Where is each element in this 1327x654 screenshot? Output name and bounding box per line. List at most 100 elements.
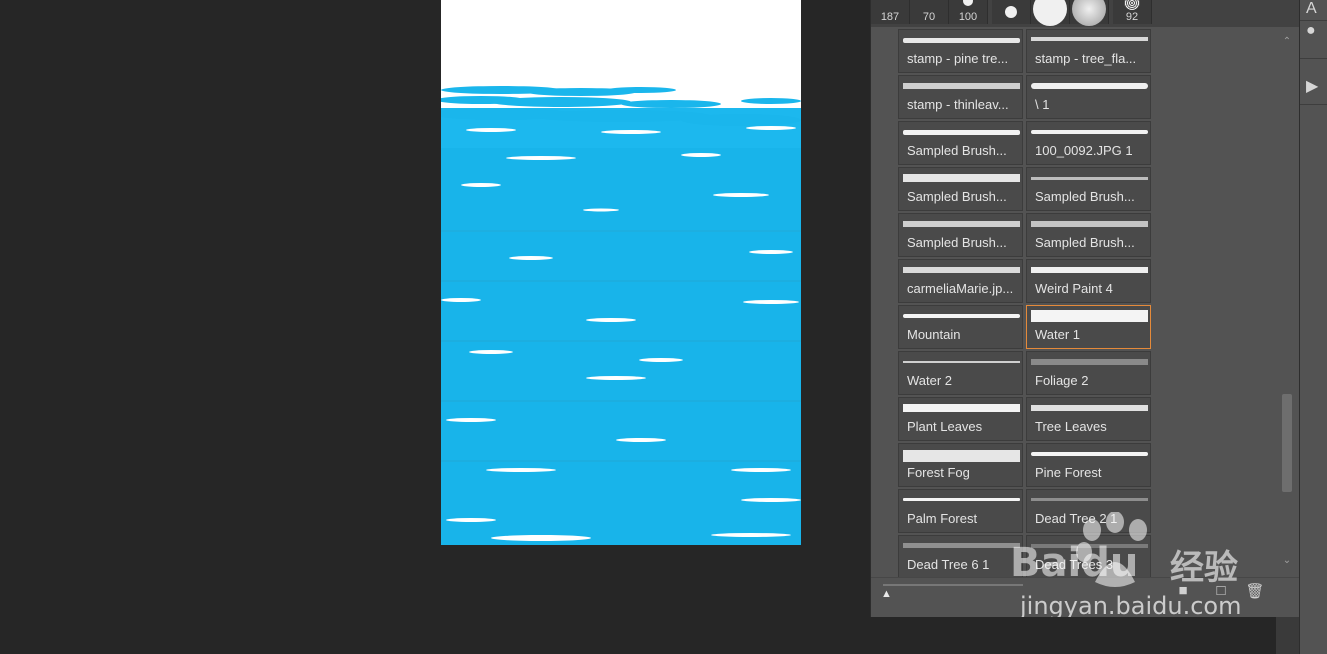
brush-name: carmeliaMarie.jp... [907,281,1014,296]
workspace-gap [870,617,1276,654]
preset-tile[interactable] [1031,0,1070,26]
brush-item[interactable]: Mountain [898,305,1023,349]
document-canvas[interactable] [441,0,801,545]
brush-item-selected[interactable]: Water 1 [1026,305,1151,349]
brush-name: Sampled Brush... [1035,189,1135,204]
brush-name: Sampled Brush... [1035,235,1135,250]
dock-base [1276,617,1299,654]
brush-item[interactable]: Dead Trees 3 [1026,535,1151,577]
brush-name: stamp - tree_fla... [1035,51,1137,66]
brush-stroke-preview [1031,498,1148,501]
brush-name: Palm Forest [907,511,978,526]
brush-item[interactable]: stamp - pine tre... [898,29,1023,73]
preset-tile[interactable]: 70 [910,0,949,24]
scroll-up-icon[interactable]: ⌃ [1280,36,1294,48]
brush-item[interactable]: Sampled Brush... [1026,167,1151,211]
brush-item[interactable]: Weird Paint 4 [1026,259,1151,303]
panel-footer: ▲ ■ □ 🗑 [871,577,1300,618]
brush-stroke-preview [903,130,1020,135]
brush-tip-icon [1033,0,1067,26]
scroll-down-icon[interactable]: ⌄ [1280,555,1294,567]
brush-item[interactable]: Foliage 2 [1026,351,1151,395]
brush-stroke-preview [1031,37,1148,41]
brush-item[interactable]: carmeliaMarie.jp... [898,259,1023,303]
brush-tip-icon [963,0,973,6]
preset-size: 70 [922,11,936,23]
preset-tile[interactable]: 100 [949,0,988,24]
brush-item[interactable]: Forest Fog [898,443,1023,487]
brush-presets-panel: 187 70 100 92 stamp - pine tre... stamp … [870,0,1300,618]
scrollbar-thumb[interactable] [1282,394,1292,492]
character-panel-icon[interactable]: A [1306,0,1317,18]
preset-tile[interactable]: 92 [1113,0,1152,24]
brush-stroke-preview [1031,359,1148,365]
brush-item[interactable]: Sampled Brush... [898,121,1023,165]
brush-name: Dead Trees 3 [1035,557,1114,572]
brush-stroke-preview [903,498,1020,501]
brush-list: stamp - pine tre... stamp - tree_fla... … [898,29,1154,577]
brush-item[interactable]: Tree Leaves [1026,397,1151,441]
right-dock: A ● ▶ [1299,0,1327,654]
brush-item[interactable]: Water 2 [898,351,1023,395]
brush-item[interactable]: \ 1 [1026,75,1151,119]
preset-tile[interactable]: 187 [871,0,910,24]
brush-stroke-preview [1031,267,1148,273]
brush-name: Pine Forest [1035,465,1102,480]
brush-stroke-preview [903,543,1020,548]
brush-name: Water 1 [1035,327,1081,342]
trash-icon[interactable]: 🗑 [1245,582,1265,602]
brush-stroke-preview [903,450,1020,462]
new-preset-icon[interactable]: □ [1211,582,1231,602]
brush-size-slider[interactable] [883,584,1023,586]
brush-stroke-preview [1031,83,1148,89]
brush-item[interactable]: Sampled Brush... [1026,213,1151,257]
soft-brush-icon [1072,0,1106,26]
brush-tip-icon [1005,6,1017,18]
brush-item[interactable]: stamp - thinleav... [898,75,1023,119]
brush-stroke-preview [1031,221,1148,227]
brush-name: stamp - pine tre... [907,51,1009,66]
brush-item[interactable]: Pine Forest [1026,443,1151,487]
brush-stroke-preview [1031,405,1148,411]
dock-divider [1300,58,1327,59]
brush-stroke-preview [1031,544,1148,548]
brush-item[interactable]: Sampled Brush... [898,167,1023,211]
dock-divider [1300,20,1327,21]
preset-tile[interactable] [992,0,1031,24]
brush-stroke-preview [1031,130,1148,134]
brush-stroke-preview [903,83,1020,89]
brush-name: Foliage 2 [1035,373,1089,388]
brush-name: Sampled Brush... [907,189,1007,204]
preset-tile[interactable] [1070,0,1109,26]
brush-stroke-preview [1031,452,1148,456]
water-painting [441,0,801,545]
brush-name: Dead Tree 2 1 [1035,511,1118,526]
brush-list-scrollbar[interactable]: ⌃ ⌄ [1280,36,1294,571]
brush-name: Weird Paint 4 [1035,281,1113,296]
preset-size: 92 [1125,11,1139,23]
brush-item[interactable]: Sampled Brush... [898,213,1023,257]
brush-stroke-preview [903,267,1020,273]
brush-item[interactable]: 100_0092.JPG 1 [1026,121,1151,165]
dock-divider [1300,104,1327,105]
brush-name: Plant Leaves [907,419,983,434]
brush-tip-icon[interactable]: ● [1306,22,1316,40]
brush-stroke-preview [903,404,1020,412]
brush-name: Sampled Brush... [907,235,1007,250]
brush-name: \ 1 [1035,97,1050,112]
play-action-icon[interactable]: ▶ [1306,76,1318,96]
brush-stroke-preview [903,314,1020,318]
brush-name: stamp - thinleav... [907,97,1009,112]
brush-stroke-preview [903,361,1020,363]
brush-item[interactable]: Dead Tree 2 1 [1026,489,1151,533]
textured-brush-icon [1124,0,1140,10]
brush-item[interactable]: Plant Leaves [898,397,1023,441]
new-group-icon[interactable]: ■ [1173,582,1193,602]
brush-preset-strip: 187 70 100 92 [871,0,1300,27]
brush-item[interactable]: Dead Tree 6 1 [898,535,1023,577]
brush-name: Dead Tree 6 1 [907,557,990,572]
brush-item[interactable]: Palm Forest [898,489,1023,533]
slider-knob-icon[interactable]: ▲ [881,588,892,600]
preset-size: 187 [880,11,900,23]
brush-item[interactable]: stamp - tree_fla... [1026,29,1151,73]
